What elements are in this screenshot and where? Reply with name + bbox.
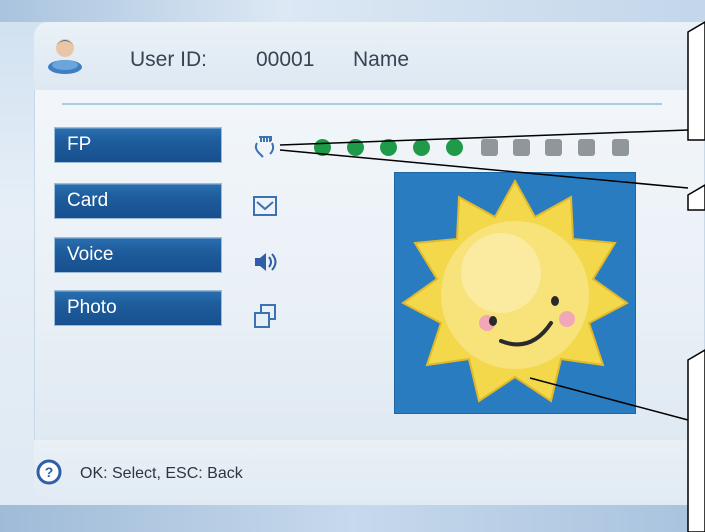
device-screen: User ID: 00001 Name FP Card Voice Photo	[0, 0, 705, 532]
callout-annotations	[279, 21, 705, 532]
